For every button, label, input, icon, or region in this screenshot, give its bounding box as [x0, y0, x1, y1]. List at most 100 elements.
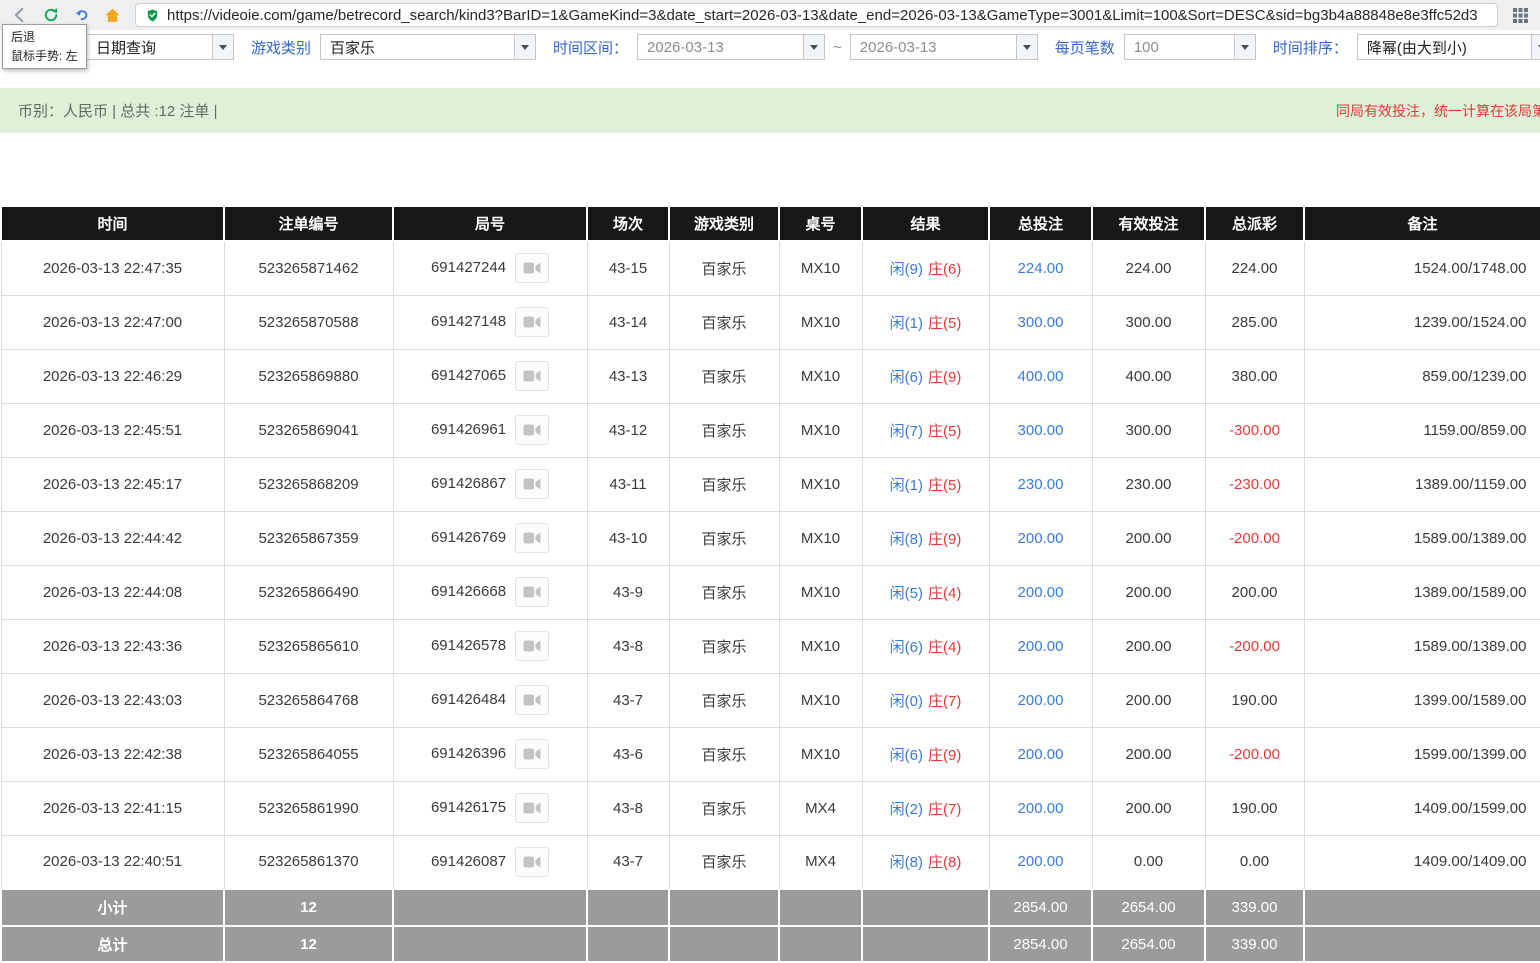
- subtotal-total-bet: 2854.00: [989, 889, 1092, 926]
- cell-table-no: MX10: [779, 619, 862, 673]
- result-banker: 庄(9): [928, 369, 961, 386]
- apps-grid-icon[interactable]: [1507, 2, 1534, 28]
- cell-time: 2026-03-13 22:42:38: [1, 727, 224, 781]
- chevron-down-icon[interactable]: [1531, 35, 1540, 59]
- cell-note: 1159.00/859.00: [1304, 403, 1540, 457]
- game-category-select[interactable]: 百家乐: [320, 34, 536, 60]
- cell-payout: 190.00: [1205, 673, 1304, 727]
- date-end-value: 2026-03-13: [851, 39, 1016, 56]
- cell-payout: 285.00: [1205, 295, 1304, 349]
- cell-time: 2026-03-13 22:47:35: [1, 241, 224, 295]
- cell-total-bet[interactable]: 200.00: [989, 511, 1092, 565]
- cell-valid-bet: 224.00: [1092, 241, 1205, 295]
- cell-note: 1524.00/1748.00: [1304, 241, 1540, 295]
- address-bar[interactable]: https://videoie.com/game/betrecord_searc…: [135, 3, 1498, 27]
- video-icon: [523, 855, 541, 869]
- chevron-down-icon[interactable]: [1234, 35, 1255, 59]
- cell-category: 百家乐: [669, 349, 779, 403]
- cell-note: 1389.00/1159.00: [1304, 457, 1540, 511]
- cell-session: 43-10: [587, 511, 669, 565]
- cell-time: 2026-03-13 22:44:42: [1, 511, 224, 565]
- cell-total-bet[interactable]: 300.00: [989, 403, 1092, 457]
- cell-total-bet[interactable]: 200.00: [989, 781, 1092, 835]
- cell-valid-bet: 400.00: [1092, 349, 1205, 403]
- cell-total-bet[interactable]: 300.00: [989, 295, 1092, 349]
- game-category-label: 游戏类别: [251, 37, 311, 58]
- subtotal-label: 小计: [1, 889, 224, 926]
- url-text[interactable]: https://videoie.com/game/betrecord_searc…: [167, 7, 1478, 24]
- cell-time: 2026-03-13 22:43:36: [1, 619, 224, 673]
- cell-valid-bet: 200.00: [1092, 673, 1205, 727]
- video-replay-button[interactable]: [515, 577, 549, 607]
- cell-category: 百家乐: [669, 727, 779, 781]
- result-banker: 庄(5): [928, 423, 961, 440]
- game-category-value: 百家乐: [321, 37, 514, 58]
- bet-records-table: 时间 注单编号 局号 场次 游戏类别 桌号 结果 总投注 有效投注 总派彩 备注…: [0, 205, 1540, 963]
- sort-order-select[interactable]: 降幂(由大到小): [1357, 34, 1540, 60]
- cell-total-bet[interactable]: 230.00: [989, 457, 1092, 511]
- result-player: 闲(1): [890, 477, 923, 494]
- cell-total-bet[interactable]: 200.00: [989, 835, 1092, 889]
- date-start-value: 2026-03-13: [638, 39, 803, 56]
- cell-total-bet[interactable]: 200.00: [989, 727, 1092, 781]
- result-banker: 庄(5): [928, 315, 961, 332]
- cell-total-bet[interactable]: 400.00: [989, 349, 1092, 403]
- cell-round-id: 691426867: [393, 457, 587, 511]
- cell-bet-id: 523265871462: [224, 241, 393, 295]
- round-id-value: 691427065: [431, 367, 506, 384]
- table-row: 2026-03-13 22:47:35 523265871462 6914272…: [1, 241, 1540, 295]
- video-replay-button[interactable]: [515, 415, 549, 445]
- cell-empty: [1304, 926, 1540, 962]
- cell-empty: [669, 926, 779, 962]
- round-id-value: 691426578: [431, 637, 506, 654]
- cell-result: 闲(0)庄(7): [862, 673, 989, 727]
- date-end-input[interactable]: 2026-03-13: [850, 34, 1038, 60]
- date-query-select[interactable]: 日期查询: [86, 34, 234, 60]
- cell-category: 百家乐: [669, 295, 779, 349]
- video-replay-button[interactable]: [515, 847, 549, 877]
- video-icon: [523, 261, 541, 275]
- cell-category: 百家乐: [669, 565, 779, 619]
- result-player: 闲(6): [890, 369, 923, 386]
- cell-time: 2026-03-13 22:40:51: [1, 835, 224, 889]
- cell-bet-id: 523265867359: [224, 511, 393, 565]
- table-row: 2026-03-13 22:46:29 523265869880 6914270…: [1, 349, 1540, 403]
- subtotal-payout: 339.00: [1205, 889, 1304, 926]
- video-replay-button[interactable]: [515, 685, 549, 715]
- cell-note: 1589.00/1389.00: [1304, 619, 1540, 673]
- cell-category: 百家乐: [669, 403, 779, 457]
- cell-table-no: MX10: [779, 511, 862, 565]
- chevron-down-icon[interactable]: [803, 35, 824, 59]
- video-replay-button[interactable]: [515, 469, 549, 499]
- total-total-bet: 2854.00: [989, 926, 1092, 962]
- chevron-down-icon[interactable]: [1016, 35, 1037, 59]
- cell-total-bet[interactable]: 200.00: [989, 565, 1092, 619]
- video-replay-button[interactable]: [515, 739, 549, 769]
- cell-result: 闲(7) 庄(5): [862, 403, 989, 457]
- chevron-down-icon[interactable]: [212, 35, 233, 59]
- video-replay-button[interactable]: [515, 631, 549, 661]
- home-button[interactable]: [99, 2, 126, 28]
- video-replay-button[interactable]: [515, 253, 549, 283]
- result-player: 闲(5): [890, 585, 923, 602]
- page-size-select[interactable]: 100: [1124, 34, 1256, 60]
- cell-total-bet[interactable]: 200.00: [989, 673, 1092, 727]
- video-replay-button[interactable]: [515, 361, 549, 391]
- col-header-note: 备注: [1304, 206, 1540, 241]
- video-replay-button[interactable]: [515, 793, 549, 823]
- cell-total-bet[interactable]: 200.00: [989, 619, 1092, 673]
- cell-empty: [779, 889, 862, 926]
- cell-session: 43-6: [587, 727, 669, 781]
- grid-icon: [1513, 8, 1528, 23]
- result-player: 闲(8): [890, 531, 923, 548]
- cell-payout: -200.00: [1205, 727, 1304, 781]
- video-icon: [523, 585, 541, 599]
- page-size-label: 每页笔数: [1055, 37, 1115, 58]
- date-start-input[interactable]: 2026-03-13: [637, 34, 825, 60]
- chevron-down-icon[interactable]: [514, 35, 535, 59]
- cell-table-no: MX10: [779, 241, 862, 295]
- video-replay-button[interactable]: [515, 307, 549, 337]
- video-replay-button[interactable]: [515, 523, 549, 553]
- cell-total-bet[interactable]: 224.00: [989, 241, 1092, 295]
- result-player: 闲(7): [890, 423, 923, 440]
